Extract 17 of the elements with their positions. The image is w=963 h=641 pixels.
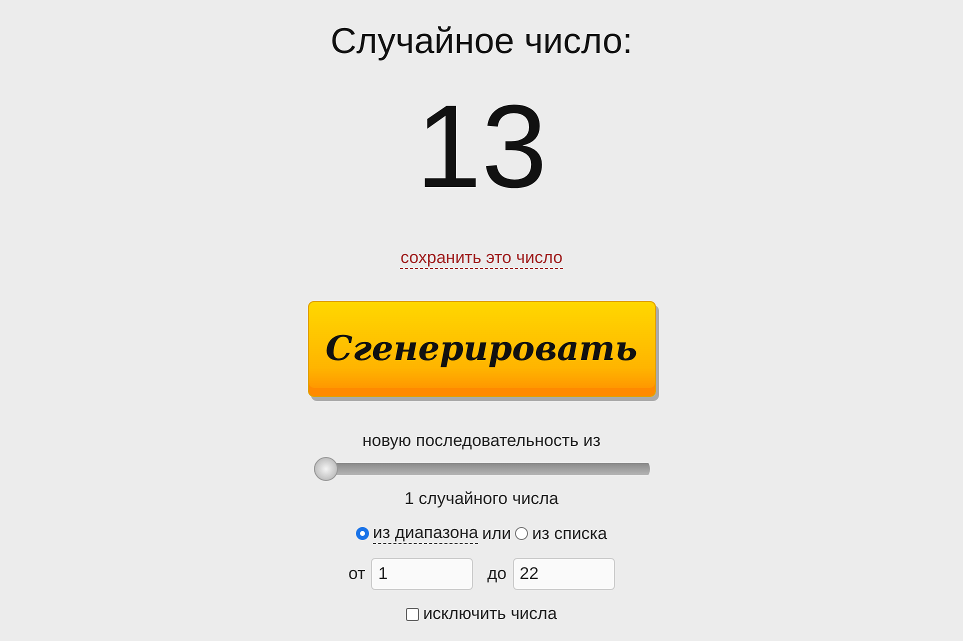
radio-label[interactable]: из списка [532, 524, 608, 544]
sequence-label: новую последовательность из [362, 431, 601, 451]
page-title: Случайное число: [330, 20, 633, 63]
radio-button[interactable] [356, 527, 369, 540]
radio-label[interactable]: из диапазона [372, 523, 478, 544]
to-field[interactable]: 22 [512, 558, 615, 590]
count-label: 1 случайного числа [404, 489, 558, 509]
random-number: 13 [416, 88, 548, 206]
joiner-text: или [482, 524, 512, 544]
radio-button[interactable] [515, 527, 528, 540]
from-label: от [348, 564, 366, 584]
exclude-label[interactable]: исключить числа [423, 604, 557, 624]
to-label: до [487, 564, 507, 584]
slider-thumb[interactable] [314, 457, 338, 481]
save-number-link[interactable]: сохранить это число [400, 248, 563, 269]
exclude-checkbox[interactable] [406, 608, 420, 620]
from-field[interactable]: 1 [371, 558, 474, 590]
